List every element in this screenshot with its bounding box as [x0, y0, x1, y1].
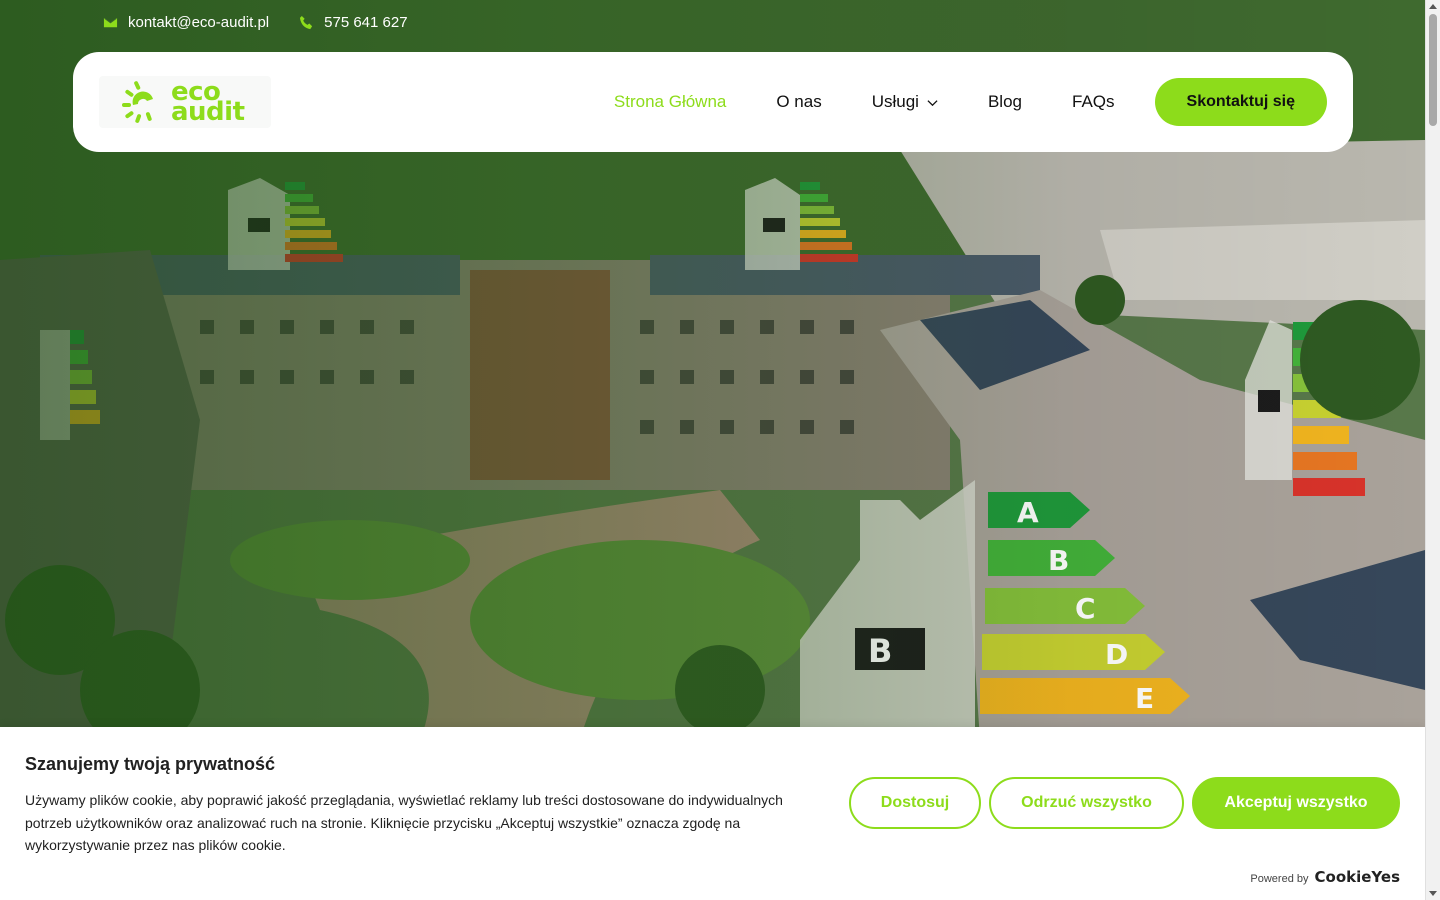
nav-item-services-label: Usługi	[871, 92, 919, 111]
primary-nav: Strona Główna O nas Usługi Blog FAQs	[614, 92, 1115, 112]
cookie-consent-banner: Szanujemy twoją prywatność Używamy plikó…	[0, 727, 1425, 900]
logo-line-audit: audit	[171, 97, 245, 127]
nav-item-about[interactable]: O nas	[776, 92, 821, 112]
scroll-down-arrow-icon[interactable]	[1429, 891, 1437, 896]
scroll-up-arrow-icon[interactable]	[1429, 4, 1437, 9]
envelope-icon	[103, 17, 118, 28]
contact-cta-button[interactable]: Skontaktuj się	[1154, 78, 1327, 126]
cookie-customize-button[interactable]: Dostosuj	[849, 777, 981, 829]
scrollbar-thumb[interactable]	[1429, 14, 1437, 126]
contact-phone[interactable]: 575 641 627	[299, 14, 408, 31]
cookie-buttons: Dostosuj Odrzuć wszystko Akceptuj wszyst…	[849, 777, 1400, 829]
contact-email-text[interactable]: kontakt@eco-audit.pl	[128, 14, 269, 31]
contact-email[interactable]: kontakt@eco-audit.pl	[103, 14, 269, 31]
cookie-title: Szanujemy twoją prywatność	[25, 754, 276, 774]
cookie-description: Używamy plików cookie, aby poprawić jako…	[25, 792, 783, 853]
logo-wordmark: eco audit	[171, 79, 245, 127]
cookieyes-branding[interactable]: Powered by CookieYes	[1250, 868, 1400, 886]
nav-item-blog[interactable]: Blog	[988, 92, 1022, 112]
phone-icon	[300, 15, 313, 30]
contact-bar: kontakt@eco-audit.pl 575 641 627	[103, 14, 408, 31]
cookieyes-logo: CookieYes	[1314, 868, 1401, 886]
contact-phone-text[interactable]: 575 641 627	[324, 14, 407, 31]
powered-by-label: Powered by	[1250, 873, 1309, 885]
nav-item-home[interactable]: Strona Główna	[614, 92, 726, 112]
sun-logo-icon	[122, 81, 153, 123]
nav-item-services[interactable]: Usługi	[872, 92, 938, 112]
cookie-reject-all-button[interactable]: Odrzuć wszystko	[989, 777, 1184, 829]
cookie-accept-all-button[interactable]: Akceptuj wszystko	[1192, 777, 1400, 829]
nav-item-faqs[interactable]: FAQs	[1072, 92, 1115, 112]
main-navbar: eco audit Strona Główna O nas Usługi Blo…	[73, 52, 1353, 152]
chevron-down-icon	[927, 99, 938, 106]
page-scrollbar[interactable]	[1425, 0, 1440, 900]
eco-audit-logo[interactable]: eco audit	[99, 76, 271, 128]
